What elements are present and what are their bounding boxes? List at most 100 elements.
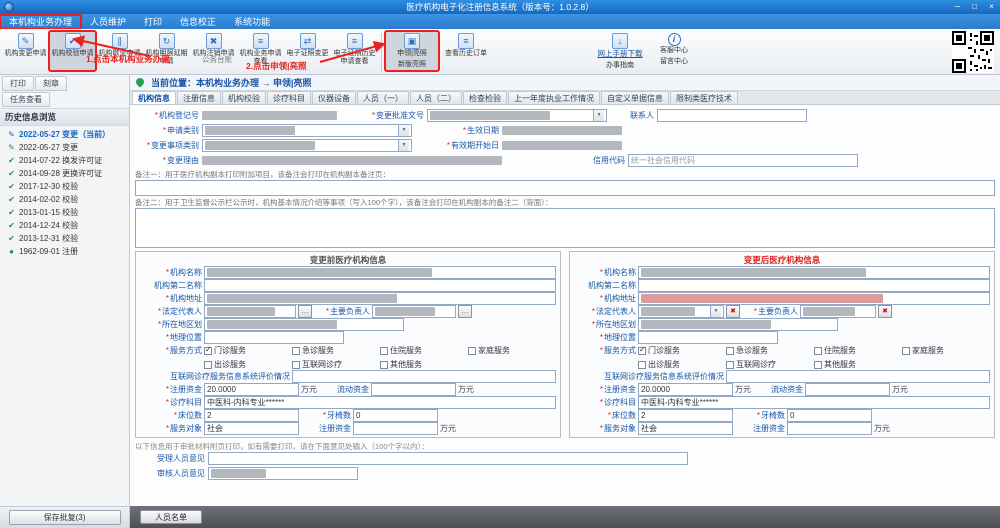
tab-inspection[interactable]: 检查检验	[463, 91, 507, 104]
sidebar-tab-tasks[interactable]: 任务查看	[2, 92, 50, 107]
reg-capital-field[interactable]: 20.0000	[638, 383, 733, 396]
history-item[interactable]: ✔2014-12-24 校验	[0, 219, 129, 232]
license-change-button[interactable]: ⇄ 电子证照变更	[284, 31, 331, 71]
chairs-field[interactable]: 0	[787, 409, 872, 422]
geo-input[interactable]	[638, 331, 778, 344]
geo-input[interactable]	[204, 331, 344, 344]
menu-item-system[interactable]: 系统功能	[225, 15, 279, 29]
review-opinion-field[interactable]	[208, 467, 358, 480]
service-center-button[interactable]: i 客服中心 留言中心	[647, 31, 701, 72]
cancel-apply-button[interactable]: ✖ 机构注销申请	[190, 31, 237, 71]
chairs-field[interactable]: 0	[353, 409, 438, 422]
beds-field[interactable]: 2	[638, 409, 733, 422]
tab-custom-doc[interactable]: 自定义单据信息	[601, 91, 669, 104]
checkbox-visiting[interactable]	[204, 361, 212, 369]
note2-textarea[interactable]	[135, 208, 995, 248]
ellipsis-button[interactable]: …	[298, 305, 312, 318]
ellipsis-button[interactable]: …	[458, 305, 472, 318]
clear-icon[interactable]: ✖	[878, 305, 892, 318]
org-second-name-input[interactable]	[204, 279, 556, 292]
history-orders-button[interactable]: ≡ 查看历史订单	[439, 31, 493, 71]
license-history-button[interactable]: ≡ 电子证照历史申请查看	[331, 31, 378, 71]
subjects-field[interactable]: 中医科-内科专业******	[638, 396, 990, 409]
sidebar-tab-print[interactable]: 打印	[2, 76, 34, 91]
org-name-field[interactable]	[204, 266, 556, 279]
org-address-field[interactable]	[638, 292, 990, 305]
org-name-field[interactable]	[638, 266, 990, 279]
service-target-field[interactable]: 社会	[638, 422, 733, 435]
history-item[interactable]: ✔2017-12-30 校验	[0, 180, 129, 193]
checkbox-family[interactable]	[902, 347, 910, 355]
clear-icon[interactable]: ✖	[726, 305, 740, 318]
checkbox-emergency[interactable]	[726, 347, 734, 355]
float-capital-input[interactable]	[371, 383, 456, 396]
suspend-apply-button[interactable]: ∥ 机构歇业申请	[96, 31, 143, 71]
internet-eval-input[interactable]	[292, 370, 556, 383]
apply-type-combo[interactable]: ▼	[202, 124, 412, 137]
principal-field[interactable]	[372, 305, 456, 318]
checkbox-other[interactable]	[814, 361, 822, 369]
note1-textarea[interactable]	[135, 180, 995, 196]
checkbox-inpatient[interactable]	[814, 347, 822, 355]
history-item[interactable]: ✔2014-07-22 换发许可证	[0, 154, 129, 167]
principal-field[interactable]	[800, 305, 876, 318]
menu-item-correction[interactable]: 信息校正	[171, 15, 225, 29]
minimize-button[interactable]: ─	[949, 1, 966, 13]
beds-field[interactable]: 2	[204, 409, 299, 422]
history-item[interactable]: ✔2014-09-28 更换许可证	[0, 167, 129, 180]
history-item[interactable]: ✎2022-05-27 变更（当前）	[0, 128, 129, 141]
checkbox-family[interactable]	[468, 347, 476, 355]
checkbox-visiting[interactable]	[638, 361, 646, 369]
tab-verify[interactable]: 机构校验	[222, 91, 266, 104]
tab-last-year[interactable]: 上一年度执业工作情况	[508, 91, 600, 104]
tab-restricted-tech[interactable]: 限制类医疗技术	[670, 91, 738, 104]
staff-list-button[interactable]: 人员名单	[140, 510, 202, 524]
checkbox-other[interactable]	[380, 361, 388, 369]
history-item[interactable]: ✔2013-12-31 校验	[0, 232, 129, 245]
float-capital-input[interactable]	[805, 383, 890, 396]
checkbox-inpatient[interactable]	[380, 347, 388, 355]
district-field[interactable]	[638, 318, 838, 331]
org-address-field[interactable]	[204, 292, 556, 305]
maximize-button[interactable]: □	[966, 1, 983, 13]
credit-code-input[interactable]: 统一社会信用代码	[628, 154, 858, 167]
capital-input[interactable]	[353, 422, 438, 435]
extend-apply-button[interactable]: ↻ 机构期限延期申请	[143, 31, 190, 71]
checkbox-emergency[interactable]	[292, 347, 300, 355]
internet-eval-input[interactable]	[726, 370, 990, 383]
change-type-combo[interactable]: ▼	[202, 139, 412, 152]
contact-input[interactable]	[657, 109, 807, 122]
history-item[interactable]: ✔2014-02-02 校验	[0, 193, 129, 206]
checkbox-outpatient[interactable]	[638, 347, 646, 355]
close-button[interactable]: ×	[983, 1, 1000, 13]
sidebar-tab-seal[interactable]: 刻章	[35, 76, 67, 91]
subjects-field[interactable]: 中医科-内科专业******	[204, 396, 556, 409]
district-field[interactable]	[204, 318, 404, 331]
manual-download-button[interactable]: ↓ 网上手册下载 办事指南	[593, 31, 647, 72]
menu-item-print[interactable]: 打印	[135, 15, 171, 29]
approval-no-combo[interactable]: ▼	[427, 109, 607, 122]
change-apply-button[interactable]: ✎ 机构变更申请	[2, 31, 49, 71]
tab-staff-1[interactable]: 人员（一）	[357, 91, 409, 104]
history-item[interactable]: ●1962-09-01 注册	[0, 245, 129, 258]
legal-rep-field[interactable]	[204, 305, 296, 318]
service-target-field[interactable]: 社会	[204, 422, 299, 435]
tab-register-info[interactable]: 注册信息	[177, 91, 221, 104]
history-item[interactable]: ✔2013-01-15 校验	[0, 206, 129, 219]
capital-input[interactable]	[787, 422, 872, 435]
checkbox-outpatient[interactable]	[204, 347, 212, 355]
menu-item-staff[interactable]: 人员维护	[81, 15, 135, 29]
checkbox-internet[interactable]	[292, 361, 300, 369]
reg-capital-field[interactable]: 20.0000	[204, 383, 299, 396]
save-reply-button[interactable]: 保存批复(3)	[9, 510, 121, 525]
verify-apply-button[interactable]: ✔ 机构校验申请	[49, 31, 96, 71]
tab-equipment[interactable]: 仪器设备	[312, 91, 356, 104]
apply-license-button[interactable]: ▣ 申领|亮照 新版亮照	[385, 31, 439, 71]
tab-staff-2[interactable]: 人员（二）	[410, 91, 462, 104]
history-item[interactable]: ✎2022-05-27 变更	[0, 141, 129, 154]
tab-org-info[interactable]: 机构信息	[132, 91, 176, 104]
checkbox-internet[interactable]	[726, 361, 734, 369]
legal-rep-combo[interactable]: ▼	[638, 305, 724, 318]
menu-item-org-business[interactable]: 本机构业务办理	[0, 15, 81, 29]
business-view-button[interactable]: ≡ 机构业务申请查看	[237, 31, 284, 71]
